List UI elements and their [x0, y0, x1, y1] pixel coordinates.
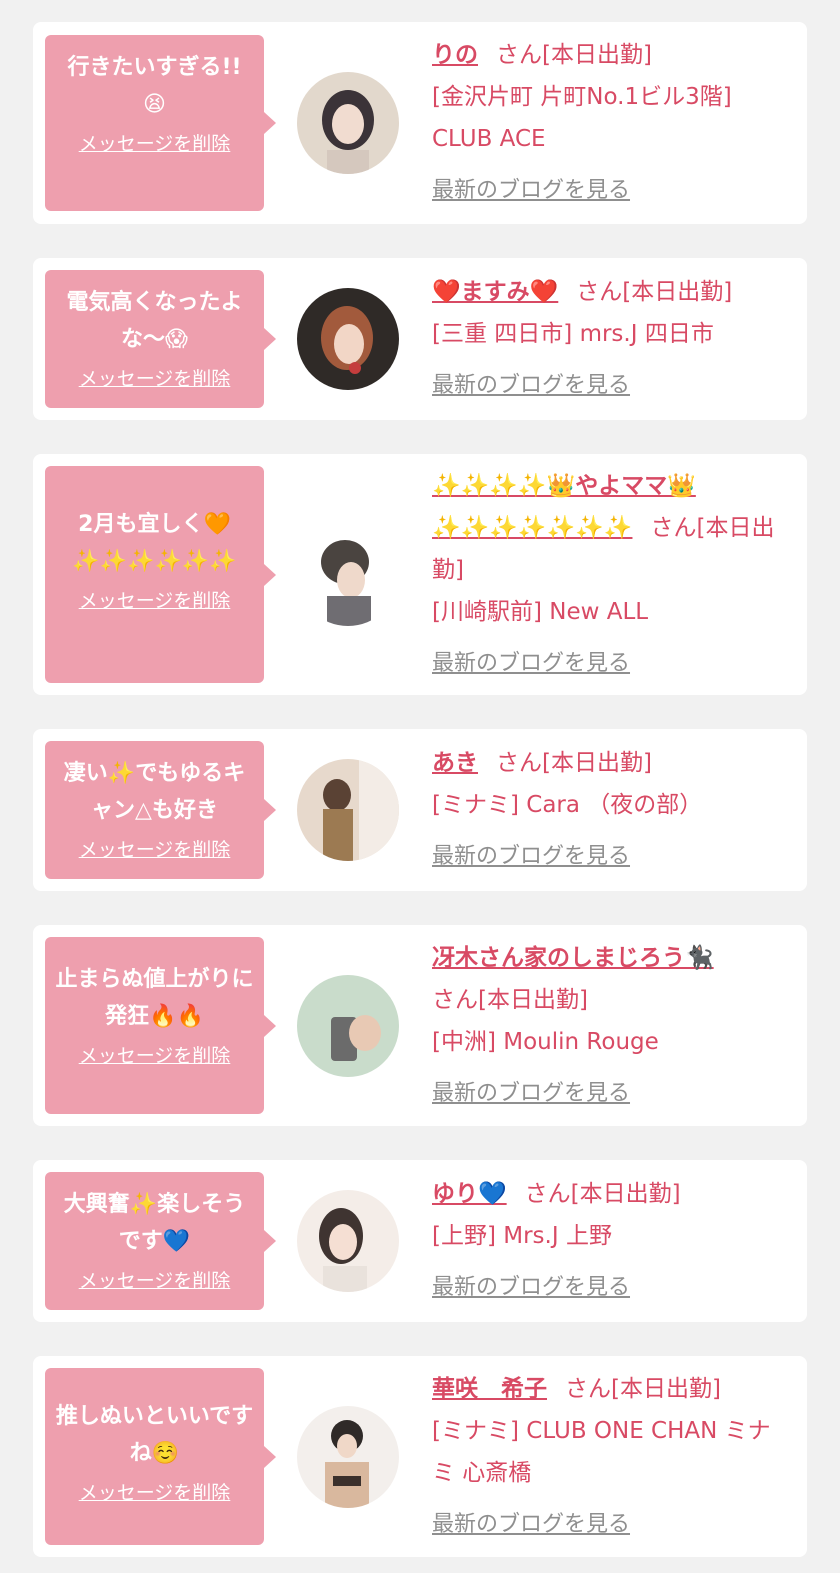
bubble-message: 2月も宜しく🧡 ✨✨✨✨✨✨ — [72, 512, 237, 574]
shop-name: [ミナミ] Cara （夜の部） — [432, 792, 703, 818]
latest-blog-link[interactable]: 最新のブログを見る — [432, 1267, 630, 1309]
avatar[interactable] — [297, 72, 399, 174]
shop-name: [中洲] Moulin Rouge — [432, 1028, 659, 1055]
message-bubble: 大興奮✨楽しそうです💙 メッセージを削除 — [45, 1172, 276, 1310]
cast-info: 冴木さん家のしまじろう🐈‍⬛ さん[本日出勤] [中洲] Moulin Roug… — [432, 925, 807, 1127]
cast-status: さん[本日出勤] — [576, 279, 733, 305]
shop-name: [金沢片町 片町No.1ビル3階] CLUB ACE — [432, 84, 732, 152]
shop-name: [ミナミ] CLUB ONE CHAN ミナミ 心斎橋 — [432, 1417, 771, 1486]
avatar[interactable] — [297, 1190, 399, 1292]
message-list: 行きたいすぎる!! 😫 メッセージを削除 りの さん[本日出勤] [金沢片町 片町N… — [0, 0, 840, 1557]
message-card: 推しぬいといいですね☺️ メッセージを削除 華咲 希子 さん[本日出勤] [ミナミ… — [33, 1356, 807, 1557]
shop-name: [川崎駅前] New ALL — [432, 598, 649, 625]
cast-info: ✨✨✨✨👑やよママ👑✨✨✨✨✨✨✨ さん[本日出勤] [川崎駅前] New ALL… — [432, 453, 807, 697]
delete-message-link[interactable]: メッセージを削除 — [79, 1266, 231, 1293]
cast-status: さん[本日出勤] — [565, 1375, 721, 1402]
message-bubble: 電気高くなったよな〜😱 メッセージを削除 — [45, 270, 276, 408]
bubble-message: 行きたいすぎる!! 😫 — [67, 55, 242, 117]
latest-blog-link[interactable]: 最新のブログを見る — [432, 643, 630, 685]
bubble-message: 電気高くなったよな〜😱 — [66, 290, 243, 352]
message-bubble: 凄い✨でもゆるキャン△も好き メッセージを削除 — [45, 741, 276, 879]
latest-blog-link[interactable]: 最新のブログを見る — [432, 170, 630, 212]
message-bubble: 推しぬいといいですね☺️ メッセージを削除 — [45, 1368, 276, 1545]
message-bubble: 2月も宜しく🧡 ✨✨✨✨✨✨ メッセージを削除 — [45, 466, 276, 683]
cast-name-link[interactable]: りの — [432, 42, 478, 68]
cast-status: さん[本日出勤] — [496, 750, 652, 776]
bubble-message: 大興奮✨楽しそうです💙 — [63, 1192, 246, 1254]
cast-info: あき さん[本日出勤] [ミナミ] Cara （夜の部） 最新のブログを見る — [432, 730, 807, 890]
bubble-message: 凄い✨でもゆるキャン△も好き — [63, 761, 246, 823]
avatar[interactable] — [297, 1405, 399, 1508]
delete-message-link[interactable]: メッセージを削除 — [79, 835, 231, 862]
cast-name-link[interactable]: 冴木さん家のしまじろう🐈‍⬛ — [432, 945, 714, 971]
cast-name-link[interactable]: 華咲 希子 — [432, 1376, 547, 1402]
shop-name: [上野] Mrs.J 上野 — [432, 1223, 612, 1249]
latest-blog-link[interactable]: 最新のブログを見る — [432, 1073, 630, 1115]
delete-message-link[interactable]: メッセージを削除 — [79, 586, 231, 613]
avatar[interactable] — [297, 288, 399, 390]
cast-status: さん[本日出勤] — [432, 986, 588, 1013]
message-card: 行きたいすぎる!! 😫 メッセージを削除 りの さん[本日出勤] [金沢片町 片町N… — [33, 22, 807, 224]
latest-blog-link[interactable]: 最新のブログを見る — [432, 1504, 630, 1546]
message-card: 大興奮✨楽しそうです💙 メッセージを削除 ゆり💙 さん[本日出勤] [上野] Mr… — [33, 1160, 807, 1322]
shop-name: [三重 四日市] mrs.J 四日市 — [432, 321, 714, 347]
cast-status: さん[本日出勤] — [524, 1181, 681, 1207]
avatar[interactable] — [297, 974, 399, 1077]
delete-message-link[interactable]: メッセージを削除 — [79, 364, 231, 391]
latest-blog-link[interactable]: 最新のブログを見る — [432, 836, 630, 878]
delete-message-link[interactable]: メッセージを削除 — [79, 129, 231, 156]
message-card: 凄い✨でもゆるキャン△も好き メッセージを削除 あき さん[本日出勤] [ミナミ]… — [33, 729, 807, 891]
cast-info: ゆり💙 さん[本日出勤] [上野] Mrs.J 上野 最新のブログを見る — [432, 1161, 807, 1321]
latest-blog-link[interactable]: 最新のブログを見る — [432, 365, 630, 407]
cast-name-link[interactable]: ゆり💙 — [432, 1181, 507, 1207]
message-bubble: 行きたいすぎる!! 😫 メッセージを削除 — [45, 35, 276, 211]
delete-message-link[interactable]: メッセージを削除 — [79, 1478, 231, 1505]
avatar[interactable] — [297, 759, 399, 861]
bubble-message: 止まらぬ値上がりに発狂🔥🔥 — [55, 967, 254, 1029]
cast-name-link[interactable]: あき — [432, 750, 478, 776]
avatar[interactable] — [297, 523, 399, 626]
cast-name-link[interactable]: ❤️ますみ❤️ — [432, 279, 558, 305]
message-card: 止まらぬ値上がりに発狂🔥🔥 メッセージを削除 冴木さん家のしまじろう🐈‍⬛ さん… — [33, 925, 807, 1126]
message-card: 2月も宜しく🧡 ✨✨✨✨✨✨ メッセージを削除 ✨✨✨✨👑やよママ👑✨✨✨✨✨✨✨… — [33, 454, 807, 695]
cast-info: ❤️ますみ❤️ さん[本日出勤] [三重 四日市] mrs.J 四日市 最新のブロ… — [432, 259, 807, 419]
cast-status: さん[本日出勤] — [496, 42, 652, 68]
cast-info: りの さん[本日出勤] [金沢片町 片町No.1ビル3階] CLUB ACE 最新… — [432, 22, 807, 224]
message-card: 電気高くなったよな〜😱 メッセージを削除 ❤️ますみ❤️ さん[本日出勤] [三重… — [33, 258, 807, 420]
message-bubble: 止まらぬ値上がりに発狂🔥🔥 メッセージを削除 — [45, 937, 276, 1114]
bubble-message: 推しぬいといいですね☺️ — [55, 1404, 254, 1466]
cast-info: 華咲 希子 さん[本日出勤] [ミナミ] CLUB ONE CHAN ミナミ 心斎… — [432, 1356, 807, 1558]
delete-message-link[interactable]: メッセージを削除 — [79, 1041, 231, 1068]
